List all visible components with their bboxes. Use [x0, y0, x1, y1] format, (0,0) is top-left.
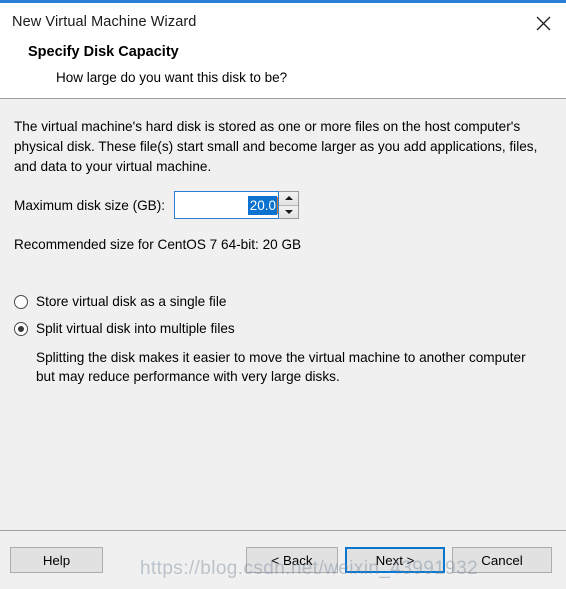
wizard-body: The virtual machine's hard disk is store…: [0, 99, 566, 531]
disk-size-label: Maximum disk size (GB):: [14, 197, 166, 213]
recommended-size-text: Recommended size for CentOS 7 64-bit: 20…: [14, 237, 302, 252]
disk-size-spin-buttons: [279, 191, 300, 219]
radio-icon-unchecked: [14, 294, 28, 309]
intro-paragraph: The virtual machine's hard disk is store…: [14, 119, 538, 174]
disk-size-increment-button[interactable]: [279, 192, 299, 206]
page-subtitle: How large do you want this disk to be?: [56, 69, 288, 85]
storage-option-hint: Splitting the disk makes it easier to mo…: [36, 350, 526, 384]
storage-options-group: Store virtual disk as a single file Spli…: [14, 294, 552, 386]
radio-icon-checked: [14, 321, 28, 336]
page-title: Specify Disk Capacity: [28, 44, 179, 60]
cancel-button[interactable]: Cancel: [452, 547, 552, 573]
title-bar: New Virtual Machine Wizard: [0, 3, 566, 41]
radio-store-single-file[interactable]: Store virtual disk as a single file: [14, 294, 552, 309]
next-button[interactable]: Next >: [345, 547, 445, 573]
radio-split-multiple-files[interactable]: Split virtual disk into multiple files: [14, 321, 552, 336]
wizard-footer: Help < Back Next > Cancel: [0, 531, 566, 589]
disk-size-stepper[interactable]: 20.0: [174, 191, 300, 219]
disk-size-row: Maximum disk size (GB): 20.0: [14, 191, 552, 219]
wizard-header: New Virtual Machine Wizard Specify Disk …: [0, 3, 566, 99]
window-title: New Virtual Machine Wizard: [12, 14, 197, 30]
new-virtual-machine-wizard-window: New Virtual Machine Wizard Specify Disk …: [0, 0, 566, 589]
close-window-button[interactable]: [520, 6, 566, 40]
triangle-down-icon: [284, 209, 293, 214]
disk-size-decrement-button[interactable]: [279, 205, 299, 218]
help-button[interactable]: Help: [10, 547, 103, 573]
triangle-up-icon: [284, 196, 293, 201]
radio-split-multiple-files-label: Split virtual disk into multiple files: [36, 321, 235, 336]
text-caret: [277, 196, 279, 214]
disk-size-value: 20.0: [247, 195, 278, 215]
close-icon: [536, 16, 551, 31]
disk-size-input[interactable]: 20.0: [174, 191, 280, 219]
back-button[interactable]: < Back: [246, 547, 338, 573]
radio-store-single-file-label: Store virtual disk as a single file: [36, 294, 227, 309]
